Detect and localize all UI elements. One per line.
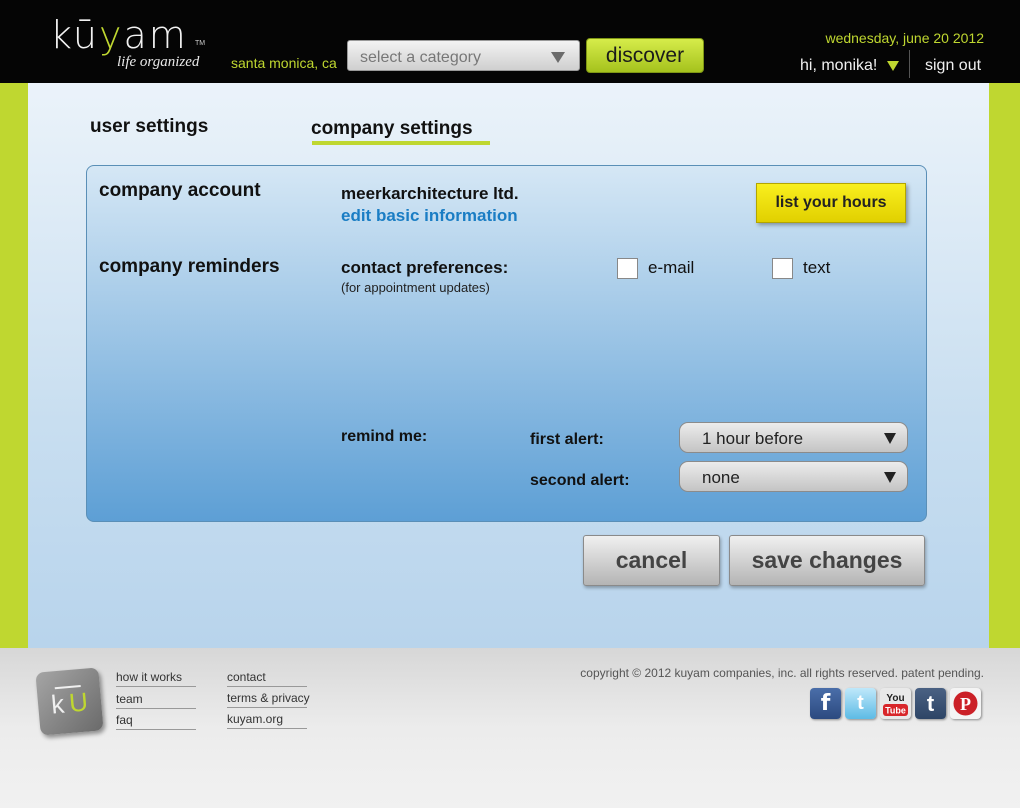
chevron-down-icon [551, 52, 565, 63]
chevron-down-icon [884, 433, 896, 444]
logo-letter-u: U [67, 686, 90, 718]
header-divider [909, 50, 910, 78]
email-checkbox-label[interactable]: e-mail [648, 258, 694, 278]
footer-link-faq[interactable]: faq [116, 713, 196, 730]
discover-button[interactable]: discover [586, 38, 704, 73]
current-date: wednesday, june 20 2012 [825, 30, 984, 46]
svg-text:Tube: Tube [885, 706, 906, 716]
location-link[interactable]: santa monica, ca [231, 55, 337, 71]
chevron-down-icon [884, 472, 896, 483]
top-header: kūyam TM life organized santa monica, ca… [0, 0, 1020, 83]
company-account-heading: company account [99, 180, 261, 201]
svg-text:You: You [886, 693, 904, 704]
email-checkbox[interactable] [617, 258, 638, 279]
footer-link-how-it-works[interactable]: how it works [116, 670, 196, 687]
footer-link-terms-privacy[interactable]: terms & privacy [227, 691, 310, 708]
facebook-icon[interactable]: f [810, 688, 841, 719]
first-alert-value: 1 hour before [702, 429, 804, 448]
tumblr-icon[interactable]: t [915, 688, 946, 719]
edit-basic-information-link[interactable]: edit basic information [341, 206, 518, 226]
contact-preferences-label: contact preferences: [341, 258, 509, 277]
first-alert-label: first alert: [530, 431, 604, 448]
kuyam-logo[interactable]: kūyam TM life organized [50, 14, 210, 74]
twitter-icon[interactable]: t [845, 688, 876, 719]
user-greeting[interactable]: hi, monika! [800, 57, 877, 75]
tab-company-settings[interactable]: company settings [311, 118, 473, 140]
logo-wordmark: kūyam [50, 13, 188, 57]
remind-me-label: remind me: [341, 428, 428, 445]
save-changes-button[interactable]: save changes [729, 535, 925, 586]
list-your-hours-button[interactable]: list your hours [756, 183, 906, 223]
company-name: meerkarchitecture ltd. [341, 184, 519, 203]
page-footer: k U how it works team faq contact terms … [0, 648, 1020, 808]
footer-link-contact[interactable]: contact [227, 670, 307, 687]
category-select[interactable]: select a category [347, 40, 580, 71]
user-menu-chevron-icon[interactable] [887, 61, 899, 71]
second-alert-value: none [702, 468, 740, 487]
pinterest-icon[interactable]: P [950, 688, 981, 719]
text-checkbox-label[interactable]: text [803, 258, 830, 278]
category-select-value: select a category [360, 49, 481, 66]
second-alert-label: second alert: [530, 472, 630, 489]
trademark-mark: TM [195, 40, 206, 47]
cancel-button[interactable]: cancel [583, 535, 720, 586]
footer-link-kuyam-org[interactable]: kuyam.org [227, 712, 307, 729]
company-settings-panel: company account meerkarchitecture ltd. e… [86, 165, 927, 522]
first-alert-select[interactable]: 1 hour before [679, 422, 908, 453]
svg-text:P: P [960, 694, 971, 714]
company-reminders-heading: company reminders [99, 256, 280, 277]
tab-user-settings[interactable]: user settings [90, 116, 208, 138]
copyright-notice: copyright © 2012 kuyam companies, inc. a… [580, 666, 984, 680]
main-area: user settings company settings company a… [0, 83, 1020, 648]
contact-preferences-note: (for appointment updates) [341, 280, 490, 295]
sign-out-link[interactable]: sign out [925, 57, 981, 75]
logo-letter-k: k [49, 688, 66, 720]
youtube-icon[interactable]: You Tube [880, 688, 911, 719]
settings-content: user settings company settings company a… [28, 83, 989, 648]
footer-link-team[interactable]: team [116, 692, 196, 709]
text-checkbox[interactable] [772, 258, 793, 279]
footer-logo-icon[interactable]: k U [35, 667, 104, 736]
second-alert-select[interactable]: none [679, 461, 908, 492]
logo-tagline: life organized [117, 54, 200, 70]
active-tab-indicator [312, 141, 490, 145]
